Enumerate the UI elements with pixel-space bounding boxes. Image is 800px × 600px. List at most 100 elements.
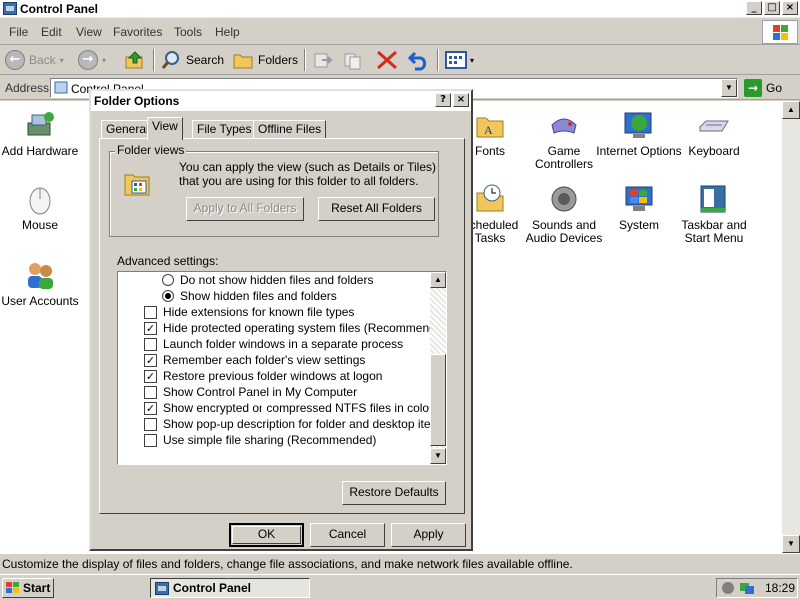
scroll-up-button[interactable]: ▲ [782,101,800,119]
menu-file[interactable]: File [9,25,28,39]
dialog-close-button[interactable]: × [453,93,469,107]
checkbox-restore-windows[interactable]: ✓ Restore previous folder windows at logo… [144,368,382,384]
settings-scroll-thumb[interactable] [430,354,446,446]
speaker-icon[interactable] [721,581,735,595]
menu-help[interactable]: Help [215,25,240,39]
user-accounts-icon [24,259,56,291]
apply-button[interactable]: Apply [391,523,466,547]
mouse-icon [24,183,56,215]
control-panel-small-icon [155,581,169,595]
copy-to-button[interactable] [342,49,364,71]
restore-defaults-button[interactable]: Restore Defaults [342,481,446,505]
copy-to-icon [344,53,361,70]
go-button[interactable]: → Go [744,79,782,97]
settings-scrollbar[interactable]: ▲ ▼ [430,272,446,464]
folders-button[interactable]: Folders [232,49,298,71]
cp-item-system[interactable]: System [596,183,682,232]
search-icon [161,51,179,69]
checkbox-remember-view[interactable]: ✓ Remember each folder's view settings [144,352,365,368]
settings-scroll-down[interactable]: ▼ [430,448,446,464]
search-button[interactable]: Search [160,49,224,71]
content-scrollbar[interactable]: ▲ ▼ [782,101,800,553]
settings-scroll-up[interactable]: ▲ [430,272,446,288]
dialog-titlebar: Folder Options ? × [91,91,471,111]
folder-options-dialog: Folder Options ? × General View File Typ… [89,89,473,551]
tab-view[interactable]: View [147,117,183,140]
ok-button[interactable]: OK [229,523,304,547]
network-icon[interactable] [739,581,755,595]
folders-icon [233,54,253,69]
views-icon [445,51,467,69]
checkbox-popup-description[interactable]: Show pop-up description for folder and d… [144,416,446,432]
start-button[interactable]: Start [2,578,54,598]
apply-to-all-folders-button[interactable]: Apply to All Folders [186,197,304,221]
undo-button[interactable] [407,49,431,71]
standard-toolbar: ← Back ▾ → ▾ Search Folders ▾ [0,45,800,75]
tab-offline-files[interactable]: Offline Files [253,120,327,139]
dialog-title: Folder Options [94,94,180,108]
cp-item-internet-options[interactable]: Internet Options [596,109,682,158]
menu-favorites[interactable]: Favorites [113,25,162,39]
help-button[interactable]: ? [435,93,451,107]
checkbox-simple-file-sharing[interactable]: Use simple file sharing (Recommended) [144,432,376,448]
cp-item-game-controllers[interactable]: Game Controllers [521,109,607,171]
cp-item-mouse[interactable]: Mouse [0,183,83,232]
tab-general[interactable]: General [101,120,154,139]
forward-button[interactable]: → ▾ [78,49,106,71]
close-button[interactable]: × [782,1,798,15]
radio-do-not-show-hidden[interactable]: Do not show hidden files and folders [162,272,373,288]
taskbar-start-menu-icon [698,183,730,215]
menu-bar: File Edit View Favorites Tools Help [0,19,800,45]
forward-icon: → [78,50,98,70]
undo-icon [407,51,427,71]
address-dropdown-button[interactable]: ▼ [721,79,737,97]
up-icon [125,51,143,69]
add-hardware-icon [24,109,56,141]
menu-view[interactable]: View [76,25,102,39]
svg-text:A: A [484,123,493,137]
control-panel-icon [3,2,17,15]
windows-flag-icon [6,582,20,594]
sounds-audio-icon [548,183,580,215]
system-icon [623,183,655,215]
address-label: Address [5,81,50,95]
checkbox-show-encrypted-color[interactable]: ✓ Show encrypted or compressed NTFS files… [144,400,433,416]
move-to-button[interactable] [312,49,334,71]
delete-button[interactable] [375,49,399,71]
advanced-settings-label: Advanced settings: [117,254,219,268]
taskbar-item-control-panel[interactable]: Control Panel [150,578,310,598]
back-icon: ← [5,50,25,70]
minimize-button[interactable]: _ [746,1,762,15]
windows-logo [762,20,798,44]
tab-file-types[interactable]: File Types [192,120,257,139]
window-titlebar: Control Panel _ □ × [0,0,800,18]
cp-item-taskbar-start-menu[interactable]: Taskbar and Start Menu [671,183,757,245]
system-tray: 18:29 [716,578,798,598]
cp-item-user-accounts[interactable]: User Accounts [0,259,83,308]
go-arrow-icon: → [744,79,762,97]
cancel-button[interactable]: Cancel [310,523,385,547]
checkbox-hide-extensions[interactable]: Hide extensions for known file types [144,304,354,320]
folder-views-title: Folder views [115,143,187,157]
menu-edit[interactable]: Edit [41,25,62,39]
checkbox-show-control-panel[interactable]: Show Control Panel in My Computer [144,384,357,400]
back-button[interactable]: ← Back ▾ [5,49,64,71]
views-button[interactable]: ▾ [444,49,474,71]
checkbox-separate-process[interactable]: Launch folder windows in a separate proc… [144,336,403,352]
move-to-icon [314,53,333,68]
checkbox-hide-protected-os-files[interactable]: ✓ Hide protected operating system files (… [144,320,446,336]
cp-item-keyboard[interactable]: Keyboard [671,109,757,158]
folder-views-description: You can apply the view (such as Details … [179,160,437,188]
up-button[interactable] [124,49,146,71]
advanced-settings-list[interactable]: Do not show hidden files and folders Sho… [117,271,447,465]
internet-options-icon [623,109,655,141]
cp-item-add-hardware[interactable]: Add Hardware [0,109,83,158]
menu-tools[interactable]: Tools [174,25,202,39]
fonts-icon: A [474,109,506,141]
maximize-button[interactable]: □ [764,1,780,15]
radio-show-hidden[interactable]: Show hidden files and folders [162,288,337,304]
reset-all-folders-button[interactable]: Reset All Folders [318,197,435,221]
clock[interactable]: 18:29 [765,581,795,595]
scroll-down-button[interactable]: ▼ [782,535,800,553]
cp-item-sounds-audio[interactable]: Sounds and Audio Devices [521,183,607,245]
